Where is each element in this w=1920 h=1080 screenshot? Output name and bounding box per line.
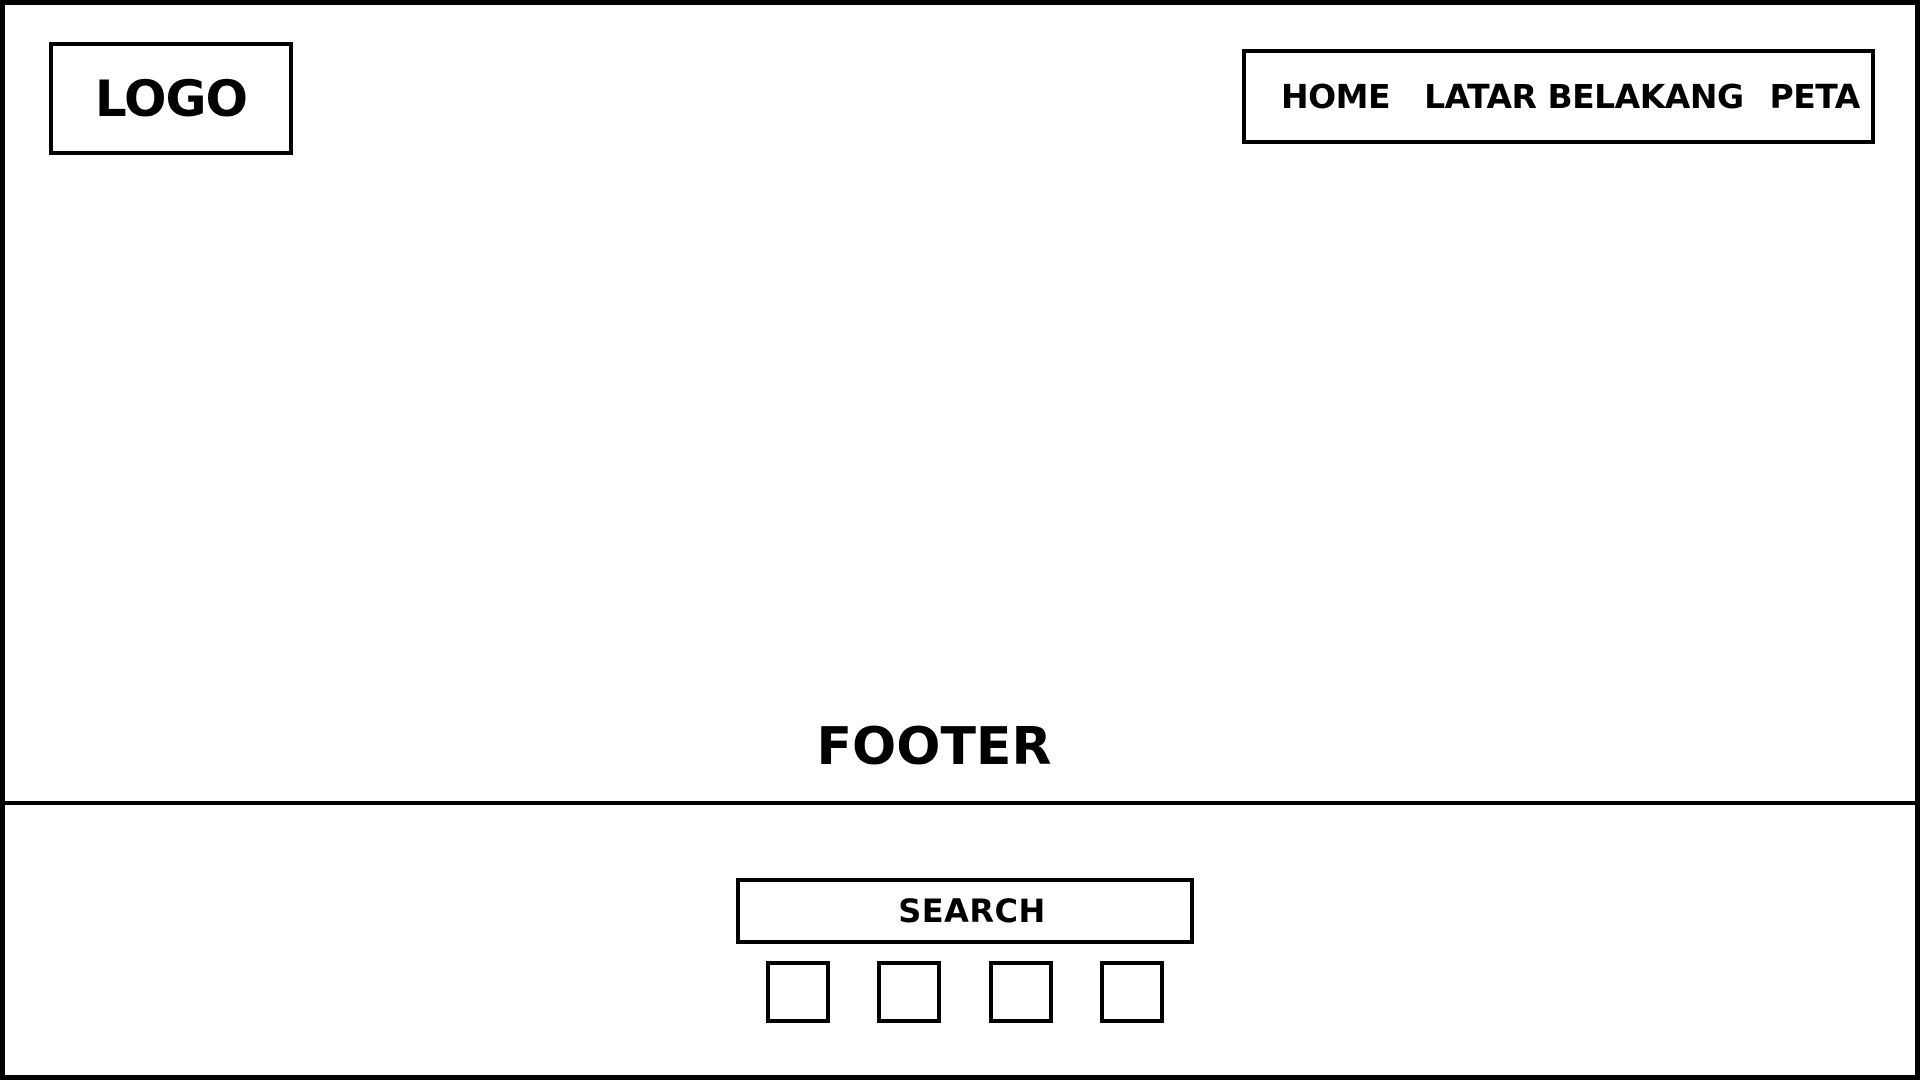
social-icon-placeholder[interactable] bbox=[1100, 961, 1164, 1023]
main-nav: HOME LATAR BELAKANG PETA bbox=[1242, 49, 1875, 144]
page-frame: LOGO HOME LATAR BELAKANG PETA FOOTER SEA… bbox=[0, 0, 1920, 1080]
nav-item-peta[interactable]: PETA bbox=[1770, 77, 1861, 116]
social-icon-placeholder[interactable] bbox=[766, 961, 830, 1023]
search-label: SEARCH bbox=[898, 892, 1046, 930]
nav-item-latar-belakang[interactable]: LATAR BELAKANG bbox=[1424, 77, 1744, 116]
logo[interactable]: LOGO bbox=[49, 42, 293, 155]
footer-divider bbox=[5, 801, 1915, 805]
nav-item-home[interactable]: HOME bbox=[1281, 77, 1391, 116]
search-box[interactable]: SEARCH bbox=[736, 878, 1194, 944]
logo-text: LOGO bbox=[94, 69, 248, 128]
footer-label: FOOTER bbox=[816, 717, 1052, 777]
social-icon-placeholder[interactable] bbox=[877, 961, 941, 1023]
social-icon-placeholder[interactable] bbox=[989, 961, 1053, 1023]
